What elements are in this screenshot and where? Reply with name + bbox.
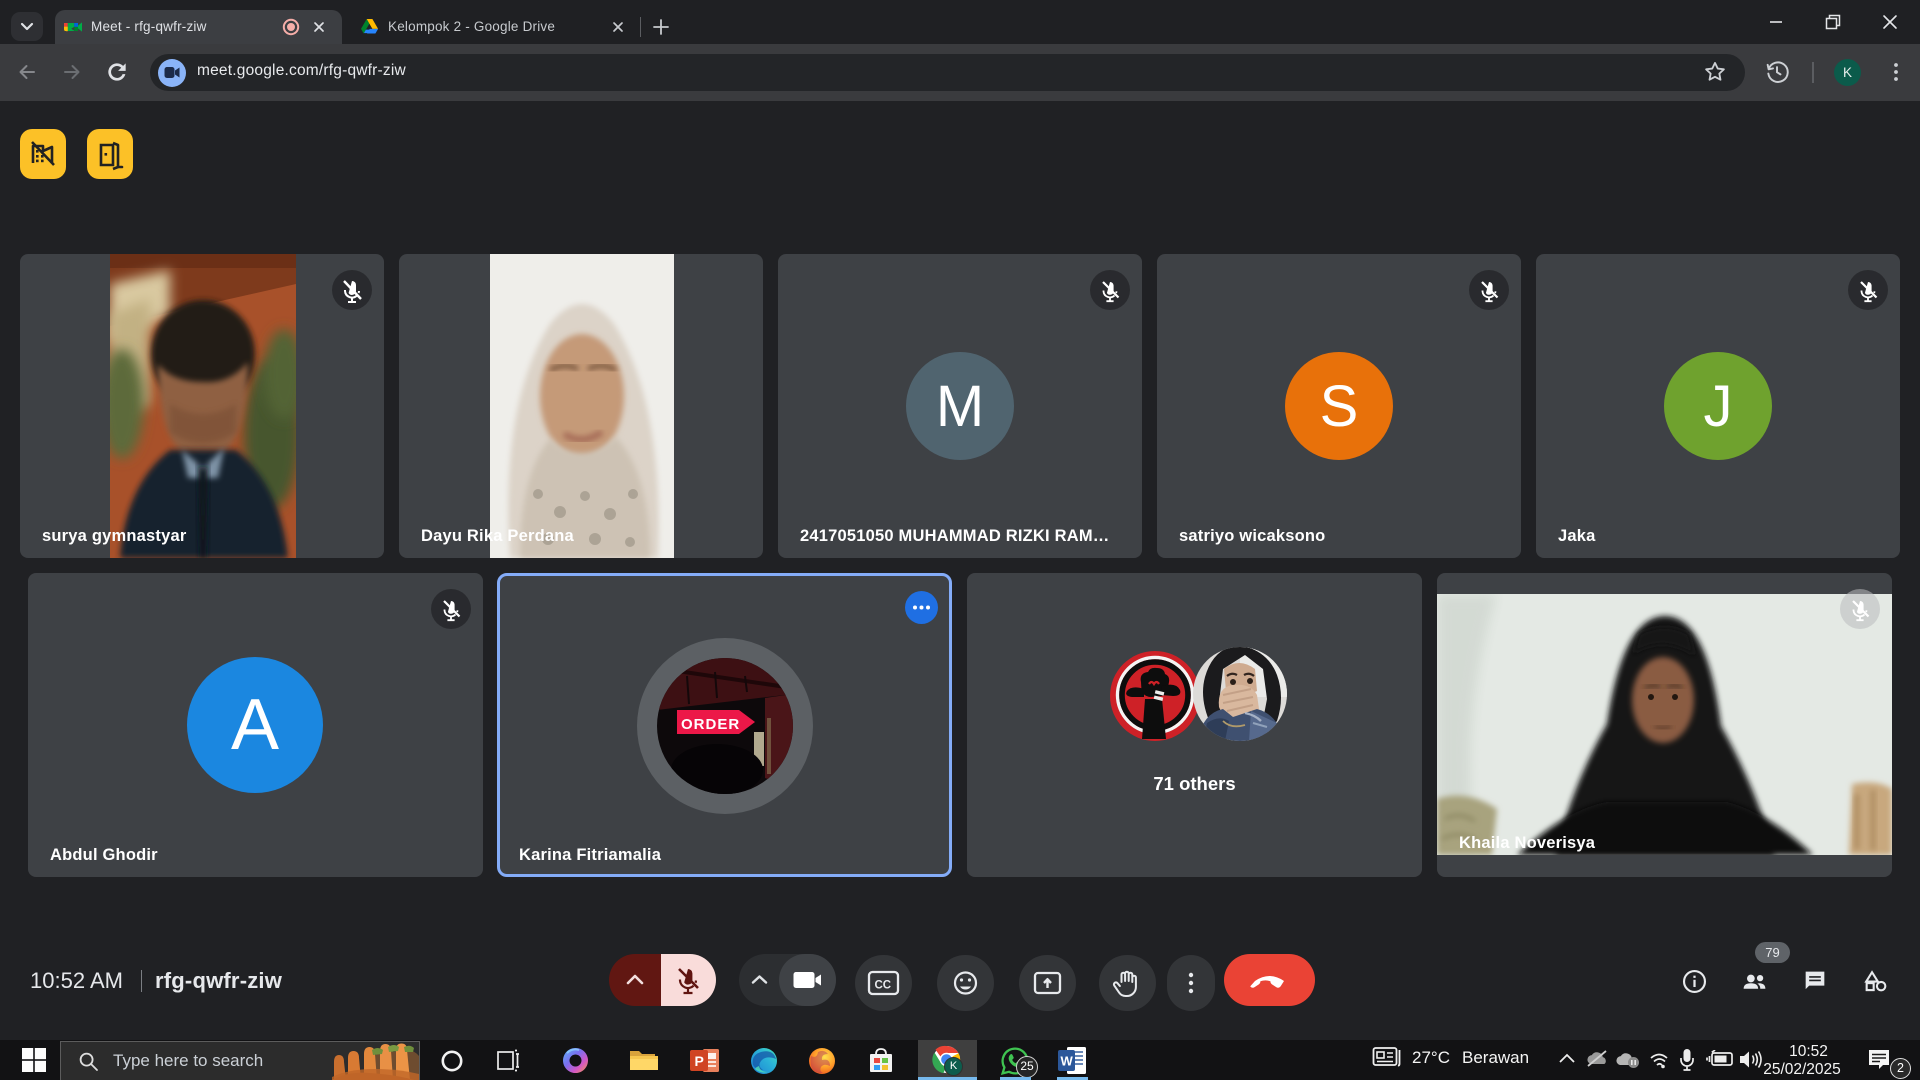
svg-text:W: W [1061,1054,1074,1069]
svg-text:ORDER: ORDER [681,716,740,733]
svg-text:CC: CC [875,980,892,992]
svg-text:P: P [695,1053,704,1069]
